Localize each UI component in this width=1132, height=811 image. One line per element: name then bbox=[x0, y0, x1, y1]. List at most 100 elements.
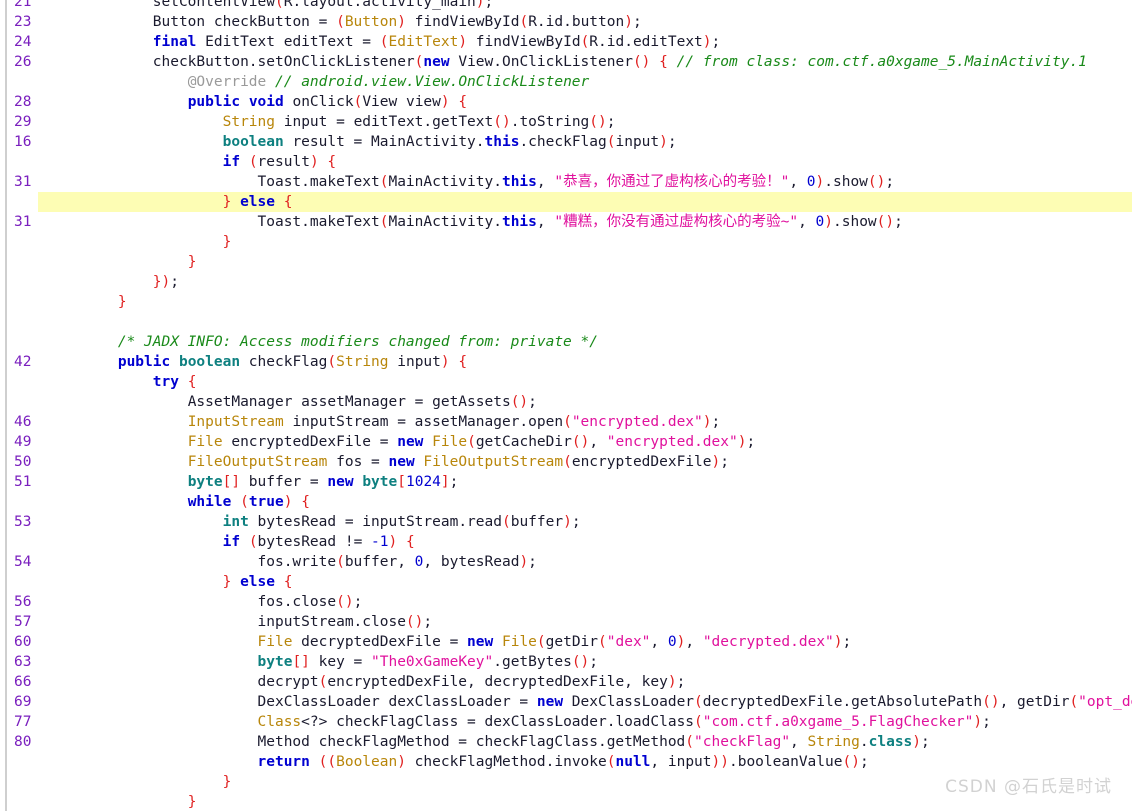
code-text: fos.write(buffer, 0, bytesRead); bbox=[48, 552, 537, 572]
token-typ: FileOutputStream bbox=[423, 454, 564, 470]
code-line[interactable]: 24 final EditText editText = (EditText) … bbox=[0, 32, 1132, 52]
code-line[interactable]: 31 Toast.makeText(MainActivity.this, "糟糕… bbox=[0, 212, 1132, 232]
code-line[interactable]: while (true) { bbox=[0, 492, 1132, 512]
code-line[interactable]: 16 boolean result = MainActivity.this.ch… bbox=[0, 132, 1132, 152]
token-pun: ( bbox=[580, 34, 590, 50]
code-lines-container[interactable]: 21 setContentView(R.layout.activity_main… bbox=[0, 0, 1132, 811]
token-pln bbox=[48, 214, 258, 230]
token-pln: findViewById bbox=[405, 14, 520, 30]
code-text: final EditText editText = (EditText) fin… bbox=[48, 32, 721, 52]
token-pln bbox=[48, 794, 188, 810]
token-pun: ) bbox=[659, 134, 668, 150]
code-line[interactable]: 69 DexClassLoader dexClassLoader = new D… bbox=[0, 692, 1132, 712]
code-line[interactable]: } else { bbox=[0, 572, 1132, 592]
code-line[interactable]: 26 checkButton.setOnClickListener(new Vi… bbox=[0, 52, 1132, 72]
token-pln bbox=[310, 754, 319, 770]
code-line[interactable]: 56 fos.close(); bbox=[0, 592, 1132, 612]
token-typ: String bbox=[222, 114, 275, 130]
token-pln: getCacheDir bbox=[475, 434, 572, 450]
code-line[interactable]: 28 public void onClick(View view) { bbox=[0, 92, 1132, 112]
token-pln bbox=[48, 134, 223, 150]
token-typ: String bbox=[807, 734, 860, 750]
code-text: InputStream inputStream = assetManager.o… bbox=[48, 412, 721, 432]
token-pln: .toString bbox=[510, 114, 590, 130]
token-pln: , bbox=[536, 214, 555, 230]
line-number: 57 bbox=[14, 614, 32, 630]
code-line[interactable]: /* JADX INFO: Access modifiers changed f… bbox=[0, 332, 1132, 352]
line-number: 28 bbox=[14, 94, 32, 110]
code-line[interactable]: 31 Toast.makeText(MainActivity.this, "恭喜… bbox=[0, 172, 1132, 192]
token-pun: } bbox=[187, 794, 197, 810]
code-text: boolean result = MainActivity.this.check… bbox=[48, 132, 677, 152]
token-pln: ; bbox=[921, 734, 930, 750]
code-line[interactable]: try { bbox=[0, 372, 1132, 392]
code-line[interactable]: } bbox=[0, 252, 1132, 272]
token-pln: DexClassLoader bbox=[563, 694, 695, 710]
code-editor[interactable]: 21 setContentView(R.layout.activity_main… bbox=[0, 0, 1132, 811]
token-pln: , bbox=[798, 214, 816, 230]
code-line[interactable]: 23 Button checkButton = (Button) findVie… bbox=[0, 12, 1132, 32]
code-line[interactable]: 29 String input = editText.getText().toS… bbox=[0, 112, 1132, 132]
code-line[interactable]: if (bytesRead != -1) { bbox=[0, 532, 1132, 552]
token-pln bbox=[48, 54, 153, 70]
code-line[interactable]: return ((Boolean) checkFlagMethod.invoke… bbox=[0, 752, 1132, 772]
code-line[interactable]: 51 byte[] buffer = new byte[1024]; bbox=[0, 472, 1132, 492]
code-line[interactable]: AssetManager assetManager = getAssets(); bbox=[0, 392, 1132, 412]
token-pun: ) bbox=[824, 214, 833, 230]
line-number: 24 bbox=[14, 34, 32, 50]
token-pun: ) bbox=[563, 514, 572, 530]
code-line[interactable]: 54 fos.write(buffer, 0, bytesRead); bbox=[0, 552, 1132, 572]
code-line[interactable]: 49 File encryptedDexFile = new File(getC… bbox=[0, 432, 1132, 452]
code-line[interactable]: 42 public boolean checkFlag(String input… bbox=[0, 352, 1132, 372]
token-num: -1 bbox=[371, 534, 389, 550]
code-line[interactable]: 57 inputStream.close(); bbox=[0, 612, 1132, 632]
code-line[interactable]: }); bbox=[0, 272, 1132, 292]
code-line[interactable]: 80 Method checkFlagMethod = checkFlagCla… bbox=[0, 732, 1132, 752]
token-pun: { bbox=[458, 94, 468, 110]
code-line[interactable]: @Override // android.view.View.OnClickLi… bbox=[0, 72, 1132, 92]
code-line[interactable]: 60 File decryptedDexFile = new File(getD… bbox=[0, 632, 1132, 652]
token-pun: () bbox=[405, 614, 424, 630]
code-line-highlighted[interactable]: } else { bbox=[0, 192, 1132, 212]
token-pln: checkButton.setOnClickListener bbox=[152, 54, 415, 70]
token-pln: , bbox=[790, 734, 808, 750]
token-pln: encryptedDexFile, decryptedDexFile, key bbox=[327, 674, 668, 690]
code-line[interactable]: 77 Class<?> checkFlagClass = dexClassLoa… bbox=[0, 712, 1132, 732]
code-line[interactable]: 50 FileOutputStream fos = new FileOutput… bbox=[0, 452, 1132, 472]
token-pun: ) bbox=[388, 534, 398, 550]
token-pun: () bbox=[632, 54, 651, 70]
token-pln: .booleanValue bbox=[728, 754, 843, 770]
token-pun: ) bbox=[440, 354, 450, 370]
code-text: if (result) { bbox=[48, 152, 337, 172]
token-pln bbox=[48, 494, 188, 510]
code-line[interactable]: 53 int bytesRead = inputStream.read(buff… bbox=[0, 512, 1132, 532]
code-line[interactable]: } bbox=[0, 232, 1132, 252]
code-line[interactable]: 46 InputStream inputStream = assetManage… bbox=[0, 412, 1132, 432]
token-cmt: // from class: com.ctf.a0xgame_5.MainAct… bbox=[676, 54, 1087, 70]
token-pln bbox=[48, 514, 223, 530]
code-line[interactable]: 21 setContentView(R.layout.activity_main… bbox=[0, 0, 1132, 12]
token-pln: DexClassLoader dexClassLoader = bbox=[257, 694, 537, 710]
token-typ: FileOutputStream bbox=[187, 454, 328, 470]
code-line[interactable]: } bbox=[0, 292, 1132, 312]
token-pln: ; bbox=[528, 554, 537, 570]
code-text: fos.close(); bbox=[48, 592, 363, 612]
token-pun: () bbox=[589, 114, 607, 130]
token-pun: ( bbox=[240, 494, 249, 510]
code-text: } else { bbox=[48, 192, 293, 212]
token-str: "The0xGameKey" bbox=[371, 654, 494, 670]
token-pln: Toast.makeText bbox=[257, 174, 380, 190]
code-text: Method checkFlagMethod = checkFlagClass.… bbox=[48, 732, 930, 752]
token-pln bbox=[48, 774, 223, 790]
code-line[interactable]: 63 byte[] key = "The0xGameKey".getBytes(… bbox=[0, 652, 1132, 672]
token-pln: findViewById bbox=[467, 34, 581, 50]
code-line[interactable]: 66 decrypt(encryptedDexFile, decryptedDe… bbox=[0, 672, 1132, 692]
token-pun: ) bbox=[711, 454, 721, 470]
token-pln: checkFlagMethod.invoke bbox=[405, 754, 607, 770]
token-pln: encryptedDexFile bbox=[571, 454, 712, 470]
code-line[interactable]: if (result) { bbox=[0, 152, 1132, 172]
code-line[interactable] bbox=[0, 312, 1132, 332]
token-kwt: int bbox=[222, 514, 249, 530]
token-typ: InputStream bbox=[187, 414, 284, 430]
token-pun: ) bbox=[702, 414, 712, 430]
